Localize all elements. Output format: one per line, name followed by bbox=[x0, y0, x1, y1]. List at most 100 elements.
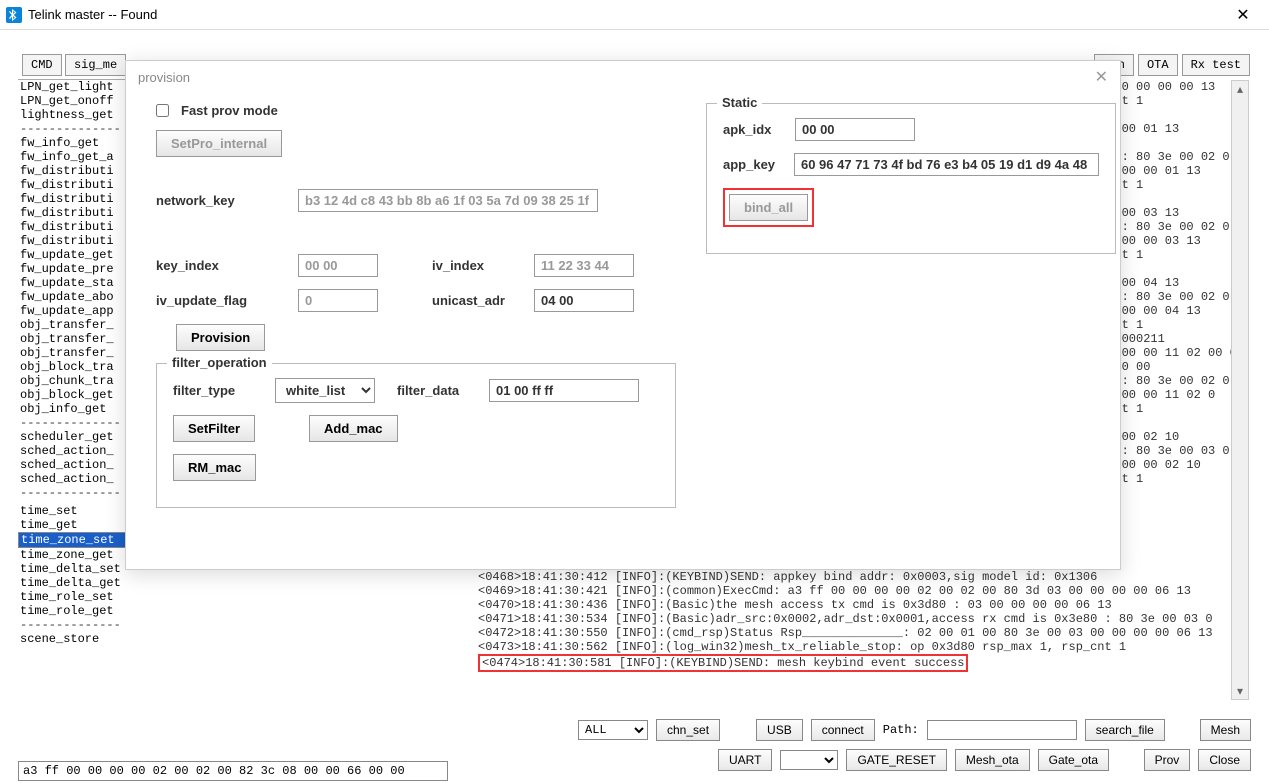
bluetooth-icon bbox=[6, 7, 22, 23]
iv-update-flag-input[interactable] bbox=[298, 289, 378, 312]
log-line: 80 : 80 3e 00 03 0 bbox=[1100, 444, 1250, 458]
iv-update-flag-label: iv_update_flag bbox=[156, 293, 286, 308]
log-line: <0472>18:41:30:550 [INFO]:(cmd_rsp)Statu… bbox=[478, 626, 1249, 640]
log-line: _cnt 1 bbox=[1100, 178, 1250, 192]
log-line: 00 00 00 04 13 bbox=[1100, 304, 1250, 318]
uart-port-select[interactable] bbox=[780, 750, 838, 770]
log-right-fragment: 2 00 00 00 00 13_cnt 10100 00 01 13880 :… bbox=[1100, 80, 1250, 570]
fast-prov-label: Fast prov mode bbox=[181, 103, 278, 118]
dialog-titlebar: provision ✕ bbox=[126, 61, 1120, 93]
tab-rx-test[interactable]: Rx test bbox=[1182, 54, 1250, 76]
bind-all-highlight: bind_all bbox=[723, 188, 814, 227]
apk-idx-label: apk_idx bbox=[723, 122, 783, 137]
app-key-label: app_key bbox=[723, 157, 782, 172]
content-area: CMD sig_me Rx test OTA can LPN_get_light… bbox=[0, 30, 1269, 783]
unicast-adr-label: unicast_adr bbox=[432, 293, 522, 308]
add-mac-button[interactable]: Add_mac bbox=[309, 415, 398, 442]
close-button[interactable]: ✕ bbox=[1223, 0, 1263, 30]
app-key-input[interactable] bbox=[794, 153, 1099, 176]
uart-button[interactable]: UART bbox=[718, 749, 772, 771]
iv-index-label: iv_index bbox=[432, 258, 522, 273]
search-file-button[interactable]: search_file bbox=[1085, 719, 1165, 741]
log-line: 00 00 04 13 bbox=[1100, 276, 1250, 290]
gate-ota-button[interactable]: Gate_ota bbox=[1038, 749, 1109, 771]
log-line: <0473>18:41:30:562 [INFO]:(log_win32)mes… bbox=[478, 640, 1249, 654]
list-item[interactable]: scene_store bbox=[18, 632, 448, 646]
fast-prov-checkbox[interactable] bbox=[156, 104, 169, 117]
filter-data-label: filter_data bbox=[397, 383, 477, 398]
filter-type-select[interactable]: white_list bbox=[275, 378, 375, 403]
log-line: _cnt 1 bbox=[1100, 318, 1250, 332]
network-key-input[interactable] bbox=[298, 189, 598, 212]
filter-type-label: filter_type bbox=[173, 383, 263, 398]
static-legend: Static bbox=[717, 95, 762, 110]
filter-operation-legend: filter_operation bbox=[167, 355, 272, 370]
log-line: 00 00 00 11 02 00 00 bbox=[1100, 346, 1250, 360]
path-label: Path: bbox=[883, 723, 919, 737]
log-line: _cnt 1 bbox=[1100, 248, 1250, 262]
log-line: 00 00 00 03 13 bbox=[1100, 234, 1250, 248]
mesh-button[interactable]: Mesh bbox=[1200, 719, 1251, 741]
setfilter-button[interactable]: SetFilter bbox=[173, 415, 255, 442]
mesh-ota-button[interactable]: Mesh_ota bbox=[955, 749, 1030, 771]
log-line: 80 : 80 3e 00 02 0 bbox=[1100, 374, 1250, 388]
log-line: 03 bbox=[1100, 192, 1250, 206]
log-line: <0469>18:41:30:421 [INFO]:(common)ExecCm… bbox=[478, 584, 1249, 598]
prov-button[interactable]: Prov bbox=[1144, 749, 1191, 771]
log-line: 00 00 00 02 10 bbox=[1100, 458, 1250, 472]
setpro-internal-button[interactable]: SetPro_internal bbox=[156, 130, 282, 157]
rm-mac-button[interactable]: RM_mac bbox=[173, 454, 256, 481]
provision-button[interactable]: Provision bbox=[176, 324, 265, 351]
list-item[interactable]: time_delta_get bbox=[18, 576, 448, 590]
filter-all-select[interactable]: ALL bbox=[578, 720, 648, 740]
log-line: 8 bbox=[1100, 136, 1250, 150]
scroll-up-icon[interactable]: ▴ bbox=[1232, 81, 1248, 97]
log-line: <0470>18:41:30:436 [INFO]:(Basic)the mes… bbox=[478, 598, 1249, 612]
key-index-input[interactable] bbox=[298, 254, 378, 277]
log-line: 80 : 80 3e 00 02 0 bbox=[1100, 150, 1250, 164]
log-line: 00 00 00 11 02 0 bbox=[1100, 388, 1250, 402]
close-btn[interactable]: Close bbox=[1198, 749, 1251, 771]
chn-set-button[interactable]: chn_set bbox=[656, 719, 720, 741]
connect-button[interactable]: connect bbox=[811, 719, 875, 741]
log-line: _cnt 1 bbox=[1100, 472, 1250, 486]
usb-button[interactable]: USB bbox=[756, 719, 803, 741]
log-line: 02 bbox=[1100, 416, 1250, 430]
tab-ota[interactable]: OTA bbox=[1138, 54, 1178, 76]
log-line: _cnt 1 bbox=[1100, 94, 1250, 108]
tab-cmd[interactable]: CMD bbox=[22, 54, 62, 76]
list-item[interactable]: time_role_get bbox=[18, 604, 448, 618]
log-area: <0468>18:41:30:412 [INFO]:(KEYBIND)SEND:… bbox=[478, 570, 1249, 700]
dialog-close-button[interactable]: ✕ bbox=[1095, 67, 1108, 87]
log-line: 00 00 02 10 bbox=[1100, 430, 1250, 444]
log-line: 00 00 00 01 13 bbox=[1100, 164, 1250, 178]
bind-all-button[interactable]: bind_all bbox=[729, 194, 808, 221]
apk-idx-input[interactable] bbox=[795, 118, 915, 141]
bottom-toolbar: ALL chn_set USB connect Path: search_fil… bbox=[18, 717, 1251, 777]
log-line: <0471>18:41:30:534 [INFO]:(Basic)adr_src… bbox=[478, 612, 1249, 626]
log-line: _cnt 1 bbox=[1100, 402, 1250, 416]
log-line: 01 bbox=[1100, 108, 1250, 122]
gate-reset-button[interactable]: GATE_RESET bbox=[846, 749, 946, 771]
log-line: x00000211 bbox=[1100, 332, 1250, 346]
log-line: 04 bbox=[1100, 262, 1250, 276]
dialog-title: provision bbox=[138, 70, 190, 85]
window-title: Telink master -- Found bbox=[28, 7, 1223, 22]
provision-dialog: provision ✕ Fast prov mode SetPro_intern… bbox=[125, 60, 1121, 570]
log-line: 80 : 80 3e 00 02 0 bbox=[1100, 220, 1250, 234]
tab-sig-me[interactable]: sig_me bbox=[65, 54, 126, 76]
log-line: 2 00 00 bbox=[1100, 360, 1250, 374]
log-line: <0468>18:41:30:412 [INFO]:(KEYBIND)SEND:… bbox=[478, 570, 1249, 584]
list-item[interactable]: time_role_set bbox=[18, 590, 448, 604]
path-input[interactable] bbox=[927, 720, 1077, 740]
log-line: 80 : 80 3e 00 02 0 bbox=[1100, 290, 1250, 304]
iv-index-input[interactable] bbox=[534, 254, 634, 277]
log-line: 00 00 01 13 bbox=[1100, 122, 1250, 136]
list-separator: -------------- bbox=[18, 618, 448, 632]
log-line: 2 00 00 00 00 13 bbox=[1100, 80, 1250, 94]
unicast-adr-input[interactable] bbox=[534, 289, 634, 312]
log-line: 00 00 03 13 bbox=[1100, 206, 1250, 220]
network-key-label: network_key bbox=[156, 193, 286, 208]
titlebar: Telink master -- Found ✕ bbox=[0, 0, 1269, 30]
filter-data-input[interactable] bbox=[489, 379, 639, 402]
